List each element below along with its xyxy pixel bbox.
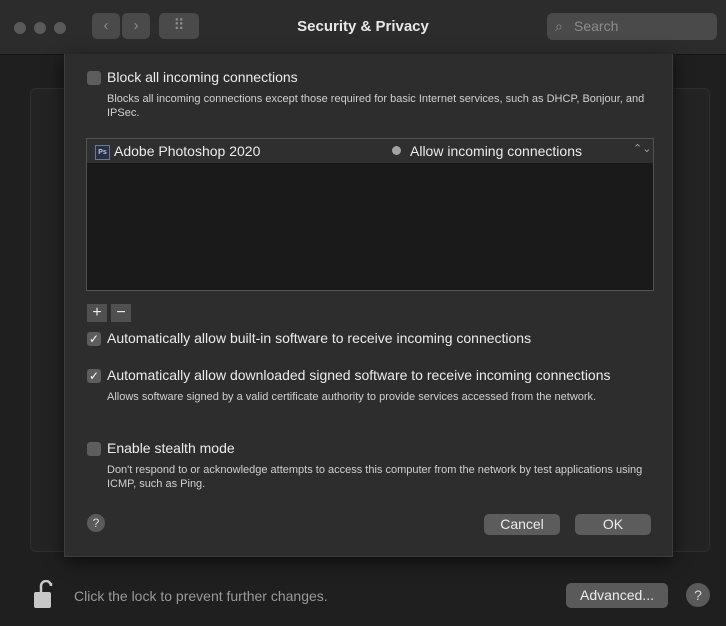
photoshop-icon: Ps — [95, 145, 110, 160]
stealth-mode-checkbox[interactable] — [87, 442, 101, 456]
search-field[interactable]: ⌕ Search — [547, 13, 717, 40]
sheet-help-button[interactable]: ? — [87, 514, 105, 532]
app-list[interactable]: Ps Adobe Photoshop 2020 Allow incoming c… — [86, 138, 654, 291]
status-dot-icon — [392, 146, 401, 155]
block-all-description: Blocks all incoming connections except t… — [107, 93, 645, 119]
title-bar: ‹ › ⠿ Security & Privacy ⌕ Search — [0, 0, 726, 55]
app-list-row[interactable]: Ps Adobe Photoshop 2020 Allow incoming c… — [87, 139, 653, 163]
popup-updown-icon: ⌃⌄ — [633, 143, 652, 155]
search-icon: ⌕ — [555, 18, 563, 34]
checkmark-icon: ✓ — [88, 332, 100, 346]
app-name: Adobe Photoshop 2020 — [114, 143, 261, 159]
firewall-options-sheet: Block all incoming connections Blocks al… — [64, 54, 673, 557]
auto-signed-description: Allows software signed by a valid certif… — [107, 391, 597, 403]
lock-message: Click the lock to prevent further change… — [74, 588, 328, 604]
connection-status-popup[interactable]: Allow incoming connections — [410, 143, 582, 159]
advanced-button[interactable]: Advanced... — [566, 583, 668, 608]
auto-builtin-checkbox[interactable]: ✓ — [87, 332, 101, 346]
auto-signed-label: Automatically allow downloaded signed so… — [107, 367, 611, 383]
add-app-button[interactable]: + — [87, 304, 107, 322]
cancel-button[interactable]: Cancel — [484, 514, 560, 535]
block-all-label: Block all incoming connections — [107, 69, 298, 85]
auto-builtin-label: Automatically allow built-in software to… — [107, 330, 532, 346]
stealth-mode-label: Enable stealth mode — [107, 440, 235, 456]
stealth-mode-description: Don't respond to or acknowledge attempts… — [107, 464, 643, 490]
help-button[interactable]: ? — [686, 583, 710, 607]
search-placeholder: Search — [574, 18, 619, 34]
unlocked-padlock-icon[interactable] — [33, 580, 57, 610]
ok-button[interactable]: OK — [575, 514, 651, 535]
remove-app-button[interactable]: − — [111, 304, 131, 322]
checkmark-icon: ✓ — [88, 369, 100, 383]
auto-signed-checkbox[interactable]: ✓ — [87, 369, 101, 383]
block-all-checkbox[interactable] — [87, 71, 101, 85]
